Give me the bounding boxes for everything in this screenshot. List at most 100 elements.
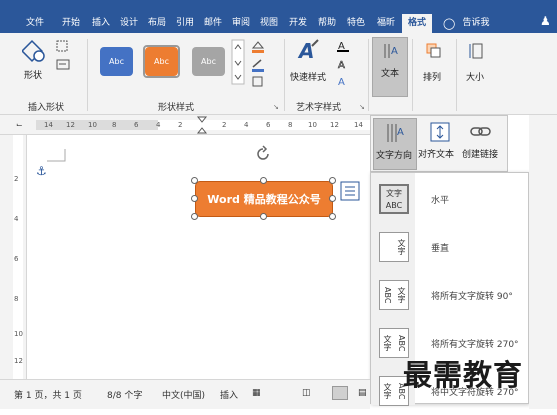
tab-review[interactable]: 审阅 (228, 14, 254, 33)
tab-layout[interactable]: 布局 (144, 14, 170, 33)
resize-handle[interactable] (191, 213, 198, 220)
ruler-tick: 8 (288, 121, 293, 129)
style-gallery-scroll[interactable] (231, 39, 245, 85)
size-icon[interactable] (468, 41, 488, 61)
svg-text:A: A (397, 127, 404, 138)
page-count[interactable]: 第 1 页，共 1 页 (14, 388, 82, 401)
user-icon[interactable]: ♟ (540, 14, 551, 28)
ruler-tick: 2 (178, 121, 183, 129)
tab-design[interactable]: 设计 (116, 14, 142, 33)
tab-view[interactable]: 视图 (256, 14, 282, 33)
group-divider (456, 39, 457, 111)
resize-handle[interactable] (260, 177, 267, 184)
ruler-tick: 6 (134, 121, 139, 129)
resize-handle[interactable] (329, 195, 336, 202)
create-link-icon[interactable] (469, 124, 493, 140)
tab-foxit[interactable]: 福昕 (372, 14, 400, 33)
arrange-button[interactable]: 排列 (423, 70, 441, 83)
ruler-tick: 12 (330, 121, 339, 129)
group-divider (87, 39, 88, 111)
print-layout-icon[interactable] (332, 386, 348, 400)
text-outline-icon[interactable]: A (335, 58, 355, 72)
anchor-icon[interactable]: ⚓ (36, 164, 47, 178)
insert-mode[interactable]: 插入 (220, 388, 238, 401)
svg-text:A: A (338, 77, 345, 88)
quick-styles-button[interactable]: 快速样式 (290, 70, 326, 83)
orange-textbox[interactable]: Word 精品教程公众号 (195, 181, 333, 217)
tell-me-search[interactable]: 告诉我 (456, 14, 496, 33)
indent-marker-icon[interactable] (196, 115, 208, 135)
svg-text:A: A (338, 60, 345, 71)
shape-style-blue[interactable]: Abc (100, 47, 133, 76)
tab-home[interactable]: 开始 (54, 14, 88, 33)
rotate-handle-icon[interactable] (254, 145, 272, 163)
ruler-tick: 10 (14, 330, 23, 338)
draw-textbox-icon[interactable] (55, 58, 75, 72)
resize-handle[interactable] (191, 177, 198, 184)
shape-style-gray[interactable]: Abc (192, 47, 225, 76)
tab-developer[interactable]: 开发 (284, 14, 312, 33)
shape-styles-group-label: 形状样式 (158, 103, 195, 113)
wordart-launcher-icon[interactable]: ↘ (359, 103, 365, 111)
shapes-icon[interactable] (22, 39, 46, 63)
align-text-icon[interactable] (429, 121, 451, 143)
arrange-icon[interactable] (424, 41, 444, 61)
tab-stop-icon[interactable]: ⌙ (16, 120, 23, 129)
ruler-tick: 6 (14, 255, 19, 263)
text-effects-icon[interactable]: A (335, 75, 355, 89)
ribbon-tab-bar: 文件 开始 插入 设计 布局 引用 邮件 审阅 视图 开发 帮助 特色 福昕 格… (0, 0, 557, 33)
resize-handle[interactable] (329, 177, 336, 184)
tab-references[interactable]: 引用 (172, 14, 198, 33)
resize-handle[interactable] (329, 213, 336, 220)
menu-item-vertical[interactable]: 文字 垂直 (371, 223, 530, 271)
status-bar: 第 1 页，共 1 页 8/8 个字 中文(中国) 插入 ▦ ◫ ▤ (0, 379, 370, 409)
ruler-tick: 4 (244, 121, 249, 129)
horizontal-ruler[interactable]: ⌙ 14 12 10 8 6 4 2 2 4 6 8 10 12 14 (0, 115, 370, 135)
menu-item-label: 将所有文字旋转 270° (431, 340, 519, 350)
text-icon: A (384, 44, 398, 58)
text-direction-label: 文字方向 (376, 151, 413, 161)
read-mode-icon[interactable]: ◫ (302, 388, 311, 398)
quick-styles-icon[interactable]: A (296, 38, 322, 66)
resize-handle[interactable] (260, 213, 267, 220)
tab-special[interactable]: 特色 (342, 14, 370, 33)
language-indicator[interactable]: 中文(中国) (162, 388, 205, 401)
shape-fill-icon[interactable] (250, 39, 270, 53)
ruler-tick: 2 (14, 175, 19, 183)
tab-file[interactable]: 文件 (18, 14, 52, 33)
shape-effects-icon[interactable] (250, 75, 270, 89)
svg-text:A: A (391, 46, 398, 57)
web-layout-icon[interactable]: ▤ (358, 388, 367, 398)
align-text-button[interactable]: 对齐文本 (418, 147, 454, 160)
resize-handle[interactable] (191, 195, 198, 202)
size-button[interactable]: 大小 (466, 70, 484, 83)
shape-style-orange[interactable]: Abc (145, 47, 178, 76)
text-direction-button[interactable]: A 文字方向 (373, 118, 417, 170)
tab-mailings[interactable]: 邮件 (200, 14, 226, 33)
shape-outline-icon[interactable] (250, 58, 270, 72)
layout-options-icon[interactable] (340, 181, 360, 201)
create-link-button[interactable]: 创建链接 (462, 147, 498, 160)
macro-icon[interactable]: ▦ (252, 388, 261, 398)
shape-styles-launcher-icon[interactable]: ↘ (273, 103, 279, 111)
menu-item-rotate-90[interactable]: 文字ABC 将所有文字旋转 90° (371, 271, 530, 319)
ruler-tick: 12 (14, 357, 23, 365)
wordart-styles-group-label: 艺术字样式 (296, 103, 342, 113)
rotate-90-text-icon: 文字ABC (379, 280, 409, 310)
lightbulb-icon[interactable]: ◯ (443, 17, 455, 30)
svg-text:A: A (297, 39, 314, 63)
word-count[interactable]: 8/8 个字 (107, 388, 142, 401)
ruler-tick: 8 (112, 121, 117, 129)
text-fill-icon[interactable]: A (335, 39, 355, 53)
text-group-button[interactable]: A 文本 (372, 37, 408, 97)
ruler-tick: 2 (222, 121, 227, 129)
vertical-ruler[interactable]: 2 4 6 8 10 12 (0, 135, 27, 379)
menu-item-horizontal[interactable]: 文字 ABC 水平 (371, 175, 530, 223)
text-label: 文本 (381, 69, 400, 79)
edit-shape-icon[interactable] (55, 39, 75, 53)
tab-format[interactable]: 格式 (402, 14, 432, 33)
tab-help[interactable]: 帮助 (314, 14, 340, 33)
document-canvas[interactable]: ⚓ Word 精品教程公众号 (27, 135, 370, 379)
tab-insert[interactable]: 插入 (88, 14, 114, 33)
shapes-button[interactable]: 形状 (24, 68, 42, 81)
